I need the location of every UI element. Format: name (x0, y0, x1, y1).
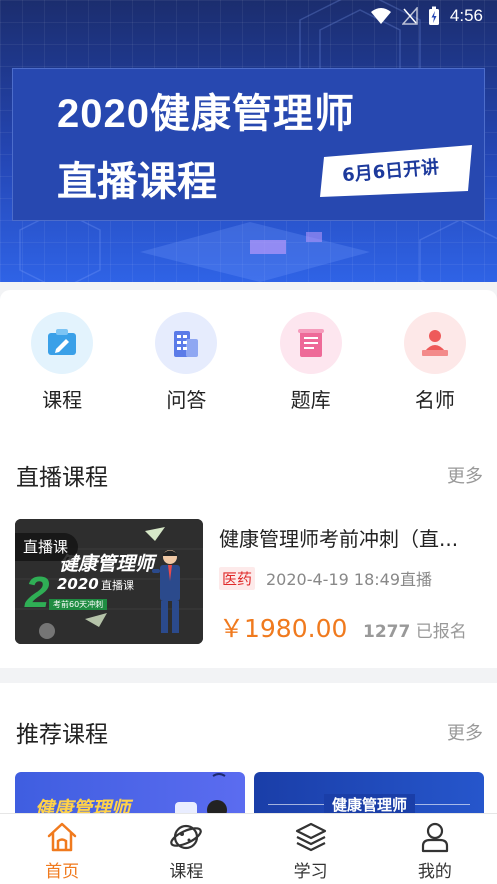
hero-banner[interactable]: 4:56 2020健康管理师 直播课程 6月6日开讲 (0, 0, 497, 282)
rec-card-title: 健康管理师 (324, 794, 416, 813)
course-icon (31, 312, 94, 374)
recommended-course-card[interactable]: 健康管理师 (15, 772, 245, 813)
wifi-icon (370, 8, 391, 24)
live-section-header: 直播课程 更多 (16, 458, 483, 492)
category-label: 课程 (42, 388, 83, 412)
live-section-title: 直播课程 (16, 465, 108, 491)
status-time: 4:56 (449, 6, 483, 25)
layers-icon (295, 822, 326, 852)
banner-title-line1: 2020健康管理师 (57, 92, 355, 136)
category-teacher[interactable]: 名师 (373, 290, 497, 430)
category-qa[interactable]: 问答 (124, 290, 248, 430)
live-more-link[interactable]: 更多 (447, 462, 483, 488)
tab-courses[interactable]: 课程 (124, 814, 248, 884)
tab-home[interactable]: 首页 (0, 814, 124, 884)
recommend-section-title: 推荐课程 (16, 722, 108, 748)
recommended-courses-section: 推荐课程 更多 健康管理师 健康管理师 (0, 683, 497, 813)
banner-floor-decoration (140, 222, 370, 282)
recommend-section-header: 推荐课程 更多 (16, 715, 483, 749)
live-courses-section: 直播课程 更多 2 健康管理师 2020 直播课 考前60天冲刺 直播课 健康管… (0, 430, 497, 668)
course-thumbnail: 2 健康管理师 2020 直播课 考前60天冲刺 直播课 (15, 519, 203, 644)
enroll-number: 1277 (363, 622, 411, 642)
tab-label: 学习 (293, 862, 328, 882)
user-icon (421, 822, 448, 853)
category-label: 名师 (414, 388, 455, 412)
tab-label: 首页 (45, 862, 80, 882)
home-icon (47, 822, 77, 852)
live-badge: 直播课 (15, 533, 79, 561)
course-live-time: 2020-4-19 18:49直播 (266, 570, 433, 589)
course-price: ￥1980.00 (219, 614, 348, 643)
signal-icon (401, 7, 418, 25)
question-bank-icon (279, 312, 342, 374)
teacher-icon (403, 312, 466, 374)
bottom-tab-bar: 首页 课程 学习 我的 (0, 813, 497, 884)
battery-charging-icon (428, 6, 439, 25)
tab-mine[interactable]: 我的 (373, 814, 497, 884)
rec-card-decoration (175, 773, 227, 813)
tab-label: 我的 (417, 862, 452, 882)
category-course[interactable]: 课程 (0, 290, 124, 430)
category-label: 题库 (290, 388, 331, 412)
thumb-sub: 直播课 (101, 579, 134, 592)
recommended-course-card[interactable]: 健康管理师 (254, 772, 484, 813)
thumb-year: 2020 (57, 575, 99, 593)
qa-building-icon (155, 312, 218, 374)
banner-card: 2020健康管理师 直播课程 6月6日开讲 (12, 68, 485, 221)
category-label: 问答 (166, 388, 207, 412)
tab-study[interactable]: 学习 (249, 814, 373, 884)
status-bar: 4:56 (0, 0, 497, 34)
category-question-bank[interactable]: 题库 (249, 290, 373, 430)
course-category-tag: 医药 (219, 567, 256, 590)
category-nav: 课程 问答 题库 名师 (0, 290, 497, 430)
recommend-more-link[interactable]: 更多 (447, 719, 483, 745)
banner-date-tag: 6月6日开讲 (318, 141, 474, 199)
thumb-note: 考前60天冲刺 (49, 599, 108, 610)
planet-icon (170, 824, 203, 850)
banner-title-line2: 直播课程 (57, 159, 217, 205)
svg-text:2: 2 (24, 568, 50, 617)
enroll-label: 已报名 (415, 622, 467, 642)
course-title: 健康管理师考前冲刺（直... (219, 527, 459, 551)
course-enroll-count: 1277 已报名 (363, 617, 467, 642)
rec-card-title: 健康管理师 (35, 798, 131, 813)
tab-label: 课程 (169, 862, 204, 882)
live-course-item[interactable]: 2 健康管理师 2020 直播课 考前60天冲刺 直播课 健康管理师考前冲刺（直… (15, 519, 485, 645)
